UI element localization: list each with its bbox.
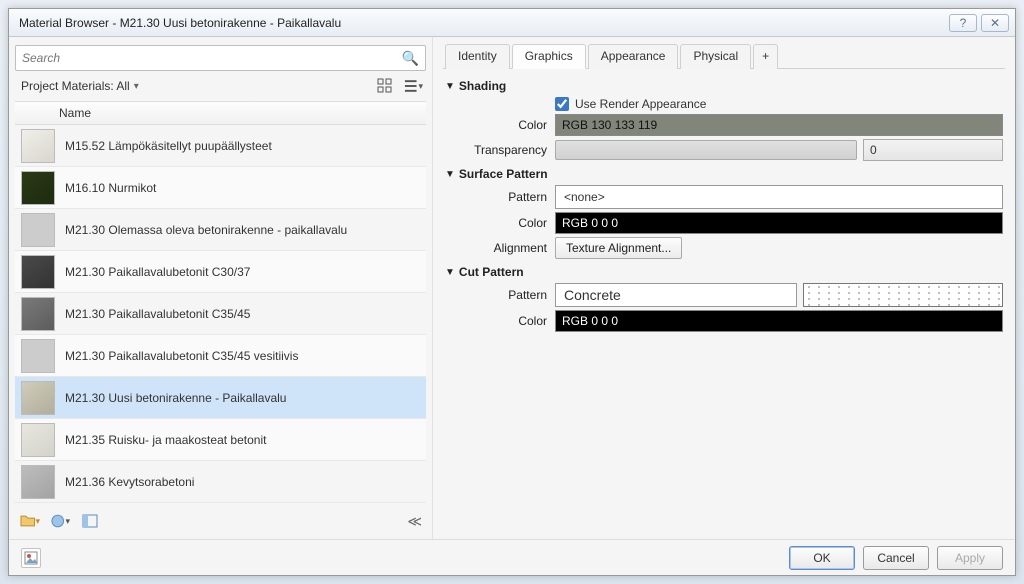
collapse-icon: ▼ — [445, 81, 455, 92]
transparency-value[interactable]: 0 — [863, 139, 1003, 161]
label-surface-color: Color — [445, 216, 555, 230]
material-swatch — [21, 423, 55, 457]
material-row[interactable]: M21.36 Kevytsorabetoni — [15, 461, 426, 503]
cut-pattern-field[interactable]: Concrete — [555, 283, 797, 307]
download-button[interactable]: ▾ — [49, 510, 71, 532]
shading-color-field[interactable]: RGB 130 133 119 — [555, 114, 1003, 136]
list-header: Name — [15, 101, 426, 125]
help-button[interactable]: ? — [949, 14, 977, 32]
titlebar: Material Browser - M21.30 Uusi betonirak… — [9, 9, 1015, 37]
label-surface-pattern: Pattern — [445, 190, 555, 204]
material-browser-window: Material Browser - M21.30 Uusi betonirak… — [8, 8, 1016, 576]
render-asset-icon[interactable] — [21, 548, 41, 568]
label-cut-pattern: Pattern — [445, 288, 555, 302]
tab-add[interactable]: + — [753, 44, 778, 69]
surface-pattern-field[interactable]: <none> — [555, 185, 1003, 209]
collapse-icon: ▼ — [445, 169, 455, 180]
material-name: M21.36 Kevytsorabetoni — [65, 475, 194, 489]
label-alignment: Alignment — [445, 241, 555, 255]
material-name: M21.30 Paikallavalubetonit C30/37 — [65, 265, 250, 279]
cancel-button[interactable]: Cancel — [863, 546, 929, 570]
materials-list: M15.52 Lämpökäsitellyt puupäällysteet M16… — [15, 125, 426, 507]
material-name: M21.30 Paikallavalubetonit C35/45 vesiti… — [65, 349, 298, 363]
material-row[interactable]: M21.30 Paikallavalubetonit C35/45 — [15, 293, 426, 335]
material-swatch — [21, 213, 55, 247]
search-box[interactable]: 🔍 — [15, 45, 426, 71]
tab-identity[interactable]: Identity — [445, 44, 510, 69]
material-row[interactable]: M21.30 Uusi betonirakenne - Paikallavalu — [15, 377, 426, 419]
search-icon: 🔍 — [402, 50, 419, 67]
apply-button[interactable]: Apply — [937, 546, 1003, 570]
material-row[interactable]: M16.10 Nurmikot — [15, 167, 426, 209]
material-row[interactable]: M21.30 Olemassa oleva betonirakenne - pa… — [15, 209, 426, 251]
collapse-icon[interactable]: ≪ — [407, 513, 422, 530]
section-surface-pattern[interactable]: ▼ Surface Pattern — [445, 167, 1003, 181]
material-name: M21.35 Ruisku- ja maakosteat betonit — [65, 433, 266, 447]
surface-color-field[interactable]: RGB 0 0 0 — [555, 212, 1003, 234]
view-grid-button[interactable] — [374, 75, 396, 97]
material-row[interactable]: M15.52 Lämpökäsitellyt puupäällysteet — [15, 125, 426, 167]
transparency-slider[interactable] — [555, 140, 857, 160]
view-list-button[interactable]: ▾ — [402, 75, 424, 97]
material-row[interactable]: M21.30 Paikallavalubetonit C30/37 — [15, 251, 426, 293]
close-button[interactable]: ✕ — [981, 14, 1009, 32]
side-panel-button[interactable] — [79, 510, 101, 532]
cut-color-field[interactable]: RGB 0 0 0 — [555, 310, 1003, 332]
texture-alignment-button[interactable]: Texture Alignment... — [555, 237, 682, 259]
material-name: M21.30 Olemassa oleva betonirakenne - pa… — [65, 223, 347, 237]
right-panel: Identity Graphics Appearance Physical + … — [433, 37, 1015, 539]
material-swatch — [21, 255, 55, 289]
tab-graphics[interactable]: Graphics — [512, 44, 586, 69]
ok-button[interactable]: OK — [789, 546, 855, 570]
material-swatch — [21, 465, 55, 499]
cut-pattern-preview — [803, 283, 1003, 307]
collapse-icon: ▼ — [445, 267, 455, 278]
material-swatch — [21, 339, 55, 373]
tab-physical[interactable]: Physical — [680, 44, 751, 69]
tabs: Identity Graphics Appearance Physical + — [443, 43, 1005, 69]
material-name: M16.10 Nurmikot — [65, 181, 156, 195]
chevron-down-icon: ▾ — [134, 81, 139, 92]
label-transparency: Transparency — [445, 143, 555, 157]
label-cut-color: Color — [445, 314, 555, 328]
material-swatch — [21, 297, 55, 331]
section-cut-pattern[interactable]: ▼ Cut Pattern — [445, 265, 1003, 279]
tab-appearance[interactable]: Appearance — [588, 44, 679, 69]
left-panel: 🔍 Project Materials: All ▾ ▾ Name M15.52… — [9, 37, 433, 539]
filter-label[interactable]: Project Materials: All ▾ — [17, 79, 368, 93]
material-swatch — [21, 381, 55, 415]
bottom-bar: OK Cancel Apply — [9, 539, 1015, 575]
material-row[interactable]: M21.30 Paikallavalubetonit C35/45 vesiti… — [15, 335, 426, 377]
window-title: Material Browser - M21.30 Uusi betonirak… — [19, 16, 945, 30]
material-name: M15.52 Lämpökäsitellyt puupäällysteet — [65, 139, 272, 153]
search-input[interactable] — [22, 51, 402, 65]
section-shading[interactable]: ▼ Shading — [445, 79, 1003, 93]
library-button[interactable]: ▾ — [19, 510, 41, 532]
material-swatch — [21, 171, 55, 205]
material-name: M21.30 Uusi betonirakenne - Paikallavalu — [65, 391, 286, 405]
material-row[interactable]: M21.35 Ruisku- ja maakosteat betonit — [15, 419, 426, 461]
material-swatch — [21, 129, 55, 163]
use-render-appearance-checkbox[interactable]: Use Render Appearance — [555, 97, 706, 111]
label-color: Color — [445, 118, 555, 132]
material-name: M21.30 Paikallavalubetonit C35/45 — [65, 307, 250, 321]
